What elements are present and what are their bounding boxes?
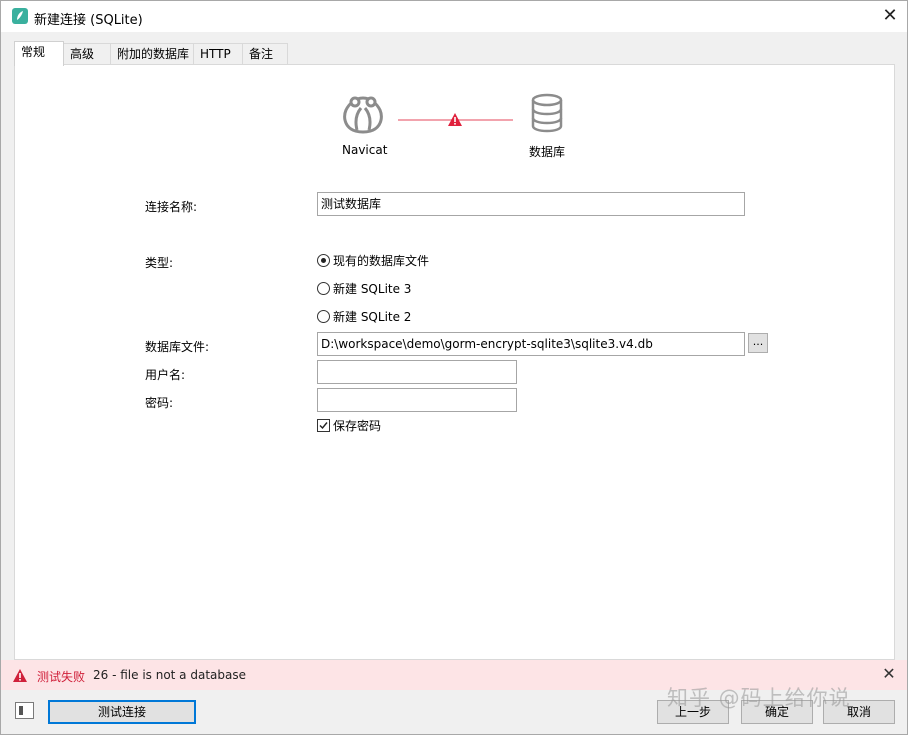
- password-label: 密码:: [145, 394, 173, 411]
- save-password-label: 保存密码: [333, 417, 381, 434]
- type-option-label: 新建 SQLite 3: [333, 280, 411, 297]
- warning-icon: [447, 112, 463, 127]
- database-label: 数据库: [529, 143, 565, 160]
- type-label: 类型:: [145, 254, 173, 271]
- window-title: 新建连接 (SQLite): [34, 9, 143, 28]
- error-title: 测试失败: [37, 668, 85, 685]
- general-panel: Navicat 数据库 连接名称: 测试数据库 类型: 现有的数据库文件: [14, 64, 895, 660]
- radio-button[interactable]: [317, 310, 330, 323]
- type-option-sqlite2[interactable]: 新建 SQLite 2: [317, 307, 411, 325]
- radio-button[interactable]: [317, 254, 330, 267]
- test-connection-button[interactable]: 测试连接: [48, 700, 196, 724]
- navicat-app-icon: [12, 8, 28, 24]
- checkmark-icon: [318, 420, 329, 431]
- database-file-field[interactable]: D:\workspace\demo\gorm-encrypt-sqlite3\s…: [317, 332, 745, 356]
- tab-advanced[interactable]: 高级: [63, 43, 111, 65]
- tab-http[interactable]: HTTP: [193, 43, 243, 65]
- save-password-checkbox-row[interactable]: 保存密码: [317, 416, 381, 434]
- navicat-logo-icon: [341, 92, 385, 136]
- type-option-sqlite3[interactable]: 新建 SQLite 3: [317, 279, 411, 297]
- type-option-label: 现有的数据库文件: [333, 252, 429, 269]
- watermark: 知乎 @码上给你说: [667, 682, 851, 712]
- save-password-checkbox[interactable]: [317, 419, 330, 432]
- tab-notes[interactable]: 备注: [242, 43, 288, 65]
- sidebar-toggle-icon[interactable]: [15, 702, 34, 719]
- connection-diagram: Navicat 数据库: [15, 65, 894, 175]
- tab-attached-databases[interactable]: 附加的数据库: [110, 43, 194, 65]
- connection-name-label: 连接名称:: [145, 198, 197, 215]
- error-warning-icon: [12, 668, 28, 683]
- connection-name-field[interactable]: 测试数据库: [317, 192, 745, 216]
- tab-general[interactable]: 常规: [14, 41, 64, 66]
- type-option-existing[interactable]: 现有的数据库文件: [317, 251, 429, 269]
- dialog-window: 新建连接 (SQLite) ✕ 常规 高级 附加的数据库 HTTP 备注 Nav…: [0, 0, 908, 735]
- radio-button[interactable]: [317, 282, 330, 295]
- window-close-icon[interactable]: ✕: [879, 5, 901, 27]
- database-icon: [530, 93, 564, 133]
- database-file-label: 数据库文件:: [145, 338, 209, 355]
- navicat-label: Navicat: [342, 143, 387, 157]
- title-bar: 新建连接 (SQLite) ✕: [1, 1, 907, 32]
- browse-button[interactable]: ...: [748, 333, 768, 353]
- username-field[interactable]: [317, 360, 517, 384]
- password-field[interactable]: [317, 388, 517, 412]
- type-option-label: 新建 SQLite 2: [333, 308, 411, 325]
- username-label: 用户名:: [145, 366, 185, 383]
- error-close-icon[interactable]: ✕: [879, 664, 899, 684]
- error-message: 26 - file is not a database: [93, 668, 246, 682]
